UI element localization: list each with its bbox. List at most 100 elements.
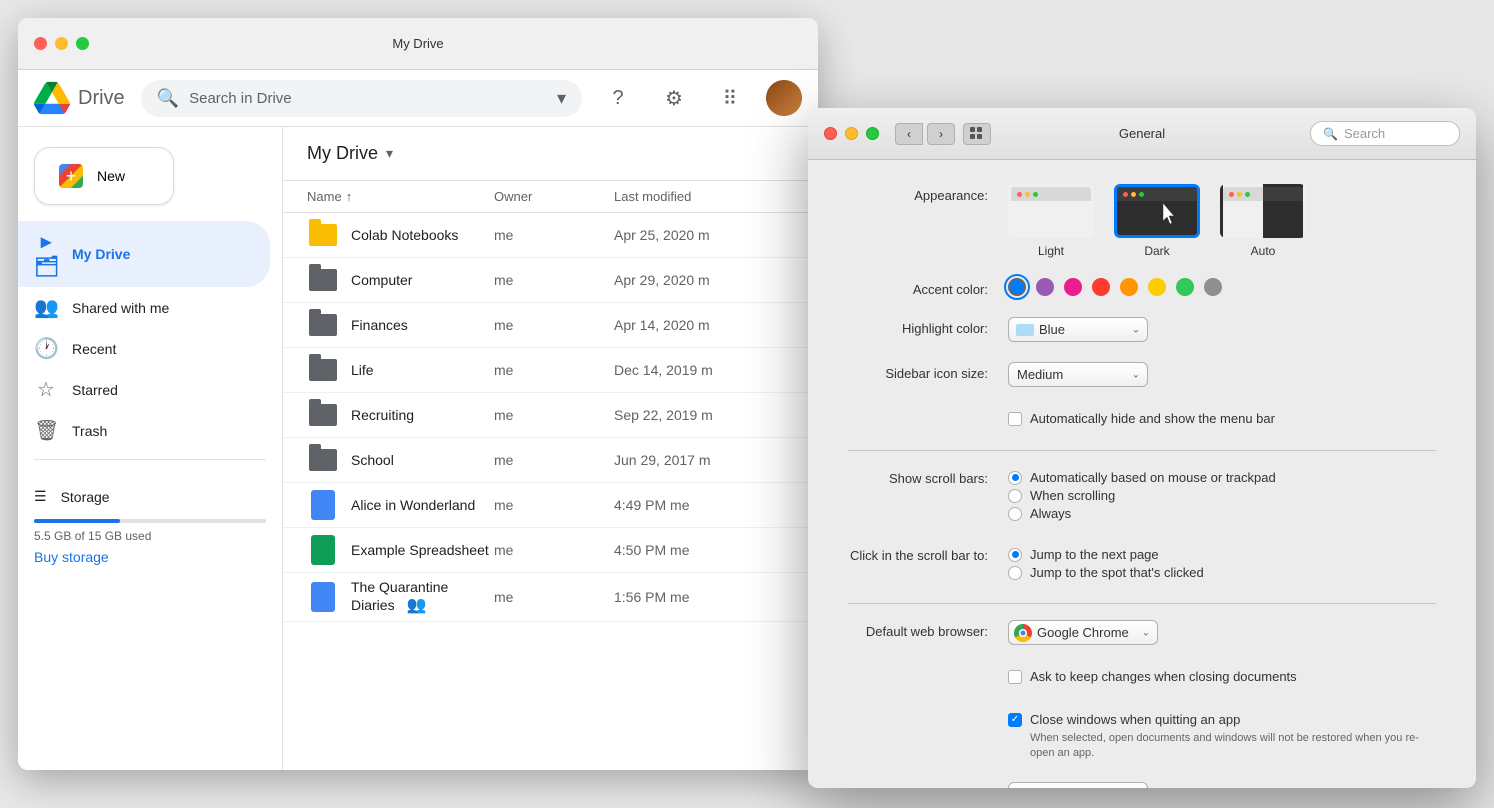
click-spot-row: Jump to the spot that's clicked	[1008, 565, 1436, 580]
storage-bar-container	[34, 519, 266, 523]
back-button[interactable]: ‹	[895, 123, 923, 145]
accent-purple[interactable]	[1036, 278, 1054, 296]
accent-orange[interactable]	[1120, 278, 1138, 296]
drive-sidebar: + New ▸ 🗂 My Drive 👥 Shared with me 🕐 Re…	[18, 127, 283, 770]
avatar-button[interactable]	[766, 80, 802, 116]
sysprefs-body: Appearance:	[808, 160, 1476, 788]
grid-icon	[970, 127, 984, 141]
close-windows-checkbox[interactable]: ✓	[1008, 713, 1022, 727]
drive-main-header: My Drive ▾	[283, 127, 818, 181]
accent-red[interactable]	[1092, 278, 1110, 296]
drive-window: My Drive Drive 🔍 Search in Drive ▾ ? ⚙	[18, 18, 818, 770]
cursor-overlay	[1163, 203, 1179, 225]
table-row[interactable]: Computer me Apr 29, 2020 m	[283, 258, 818, 303]
sidebar-item-recent[interactable]: 🕐 Recent	[18, 328, 270, 369]
scroll-auto-radio[interactable]	[1008, 471, 1022, 485]
table-row[interactable]: The Quarantine Diaries 👥 me 1:56 PM me	[283, 573, 818, 622]
click-scroll-bar-row: Click in the scroll bar to: Jump to the …	[848, 544, 1436, 583]
thumb-dot-a2	[1237, 192, 1242, 197]
appearance-label-auto: Auto	[1251, 244, 1276, 258]
sidebar-item-shared[interactable]: 👥 Shared with me	[18, 287, 270, 328]
file-modified: 1:56 PM me	[614, 589, 794, 605]
accent-graphite[interactable]	[1204, 278, 1222, 296]
highlight-color-select[interactable]: Blue	[1008, 317, 1148, 342]
close-windows-row: ✓ Close windows when quitting an app Whe…	[848, 708, 1436, 762]
table-row[interactable]: Finances me Apr 14, 2020 m	[283, 303, 818, 348]
window-controls	[34, 37, 89, 50]
accent-pink[interactable]	[1064, 278, 1082, 296]
sysprefs-search-placeholder: Search	[1344, 126, 1385, 141]
file-modified: Jun 29, 2017 m	[614, 452, 794, 468]
folder-icon-life	[307, 354, 339, 386]
appearance-options: Light	[1008, 184, 1436, 258]
appearance-option-auto[interactable]: Auto	[1220, 184, 1306, 258]
scroll-always-radio[interactable]	[1008, 507, 1022, 521]
table-row[interactable]: Recruiting me Sep 22, 2019 m	[283, 393, 818, 438]
sidebar-item-trash[interactable]: 🗑 Trash	[18, 410, 270, 451]
grid-view-button[interactable]	[963, 123, 991, 145]
section-divider-1	[848, 450, 1436, 451]
table-row[interactable]: Alice in Wonderland me 4:49 PM me	[283, 483, 818, 528]
click-spot-label: Jump to the spot that's clicked	[1030, 565, 1204, 580]
table-row[interactable]: School me Jun 29, 2017 m	[283, 438, 818, 483]
sidebar-icon-size-dropdown-wrapper: Small Medium Large ⌄	[1008, 362, 1148, 387]
settings-button[interactable]: ⚙	[654, 78, 694, 118]
auto-hide-checkbox[interactable]	[1008, 412, 1022, 426]
accent-yellow[interactable]	[1148, 278, 1166, 296]
file-name: Computer	[351, 272, 494, 288]
scroll-auto-row: Automatically based on mouse or trackpad	[1008, 470, 1436, 485]
sysprefs-search-bar[interactable]: 🔍 Search	[1310, 121, 1460, 146]
appearance-label-dark: Dark	[1144, 244, 1169, 258]
recent-items-controls: 10 ⌄ Documents, Apps, and Servers	[1008, 782, 1436, 788]
appearance-thumb-dark	[1114, 184, 1200, 238]
close-windows-checkbox-row: ✓ Close windows when quitting an app	[1008, 712, 1436, 727]
table-row[interactable]: Colab Notebooks me Apr 25, 2020 m	[283, 213, 818, 258]
default-browser-select[interactable]: Google Chrome	[1008, 620, 1158, 645]
scroll-scrolling-radio[interactable]	[1008, 489, 1022, 503]
table-row[interactable]: Example Spreadsheet me 4:50 PM me	[283, 528, 818, 573]
forward-button[interactable]: ›	[927, 123, 955, 145]
file-modified: 4:49 PM me	[614, 497, 794, 513]
sidebar-label-recent: Recent	[72, 341, 116, 357]
appearance-option-dark[interactable]: Dark	[1114, 184, 1200, 258]
accent-green[interactable]	[1176, 278, 1194, 296]
click-scroll-label: Click in the scroll bar to:	[848, 544, 1008, 563]
sidebar-item-my-drive[interactable]: ▸ 🗂 My Drive	[18, 221, 270, 287]
scroll-auto-label: Automatically based on mouse or trackpad	[1030, 470, 1276, 485]
buy-storage-button[interactable]: Buy storage	[34, 549, 109, 565]
file-name: Life	[351, 362, 494, 378]
sysprefs-close-button[interactable]	[824, 127, 837, 140]
table-row[interactable]: Life me Dec 14, 2019 m	[283, 348, 818, 393]
thumb-dot-a1	[1229, 192, 1234, 197]
recent-items-select[interactable]: 10	[1008, 782, 1148, 788]
storage-icon: ☰	[34, 488, 47, 505]
click-next-page-radio[interactable]	[1008, 548, 1022, 562]
sidebar-icon-size-select[interactable]: Small Medium Large	[1008, 362, 1148, 387]
click-spot-radio[interactable]	[1008, 566, 1022, 580]
sysprefs-max-button[interactable]	[866, 127, 879, 140]
file-name: School	[351, 452, 494, 468]
scroll-always-row: Always	[1008, 506, 1436, 521]
help-button[interactable]: ?	[598, 78, 638, 118]
recent-items-row-inner: 10 ⌄ Documents, Apps, and Servers	[1008, 782, 1436, 788]
drive-header-icons: ? ⚙ ⠿	[598, 78, 802, 118]
maximize-button[interactable]	[76, 37, 89, 50]
apps-button[interactable]: ⠿	[710, 78, 750, 118]
default-browser-label: Default web browser:	[848, 620, 1008, 639]
new-plus-icon: +	[59, 164, 83, 188]
col-modified-header: Last modified	[614, 189, 794, 204]
drive-logo-icon	[34, 80, 70, 116]
sidebar-item-starred[interactable]: ☆ Starred	[18, 369, 270, 410]
sysprefs-min-button[interactable]	[845, 127, 858, 140]
col-name-header[interactable]: Name ↑	[307, 189, 494, 204]
minimize-button[interactable]	[55, 37, 68, 50]
chevron-down-icon[interactable]: ▾	[386, 145, 393, 162]
ask-changes-checkbox[interactable]	[1008, 670, 1022, 684]
thumb-titlebar-light	[1011, 187, 1091, 201]
drive-search-bar[interactable]: 🔍 Search in Drive ▾	[141, 80, 582, 117]
accent-blue[interactable]	[1008, 278, 1026, 296]
close-button[interactable]	[34, 37, 47, 50]
appearance-option-light[interactable]: Light	[1008, 184, 1094, 258]
drive-main: My Drive ▾ Name ↑ Owner Last modified	[283, 127, 818, 770]
new-button[interactable]: + New	[34, 147, 174, 205]
